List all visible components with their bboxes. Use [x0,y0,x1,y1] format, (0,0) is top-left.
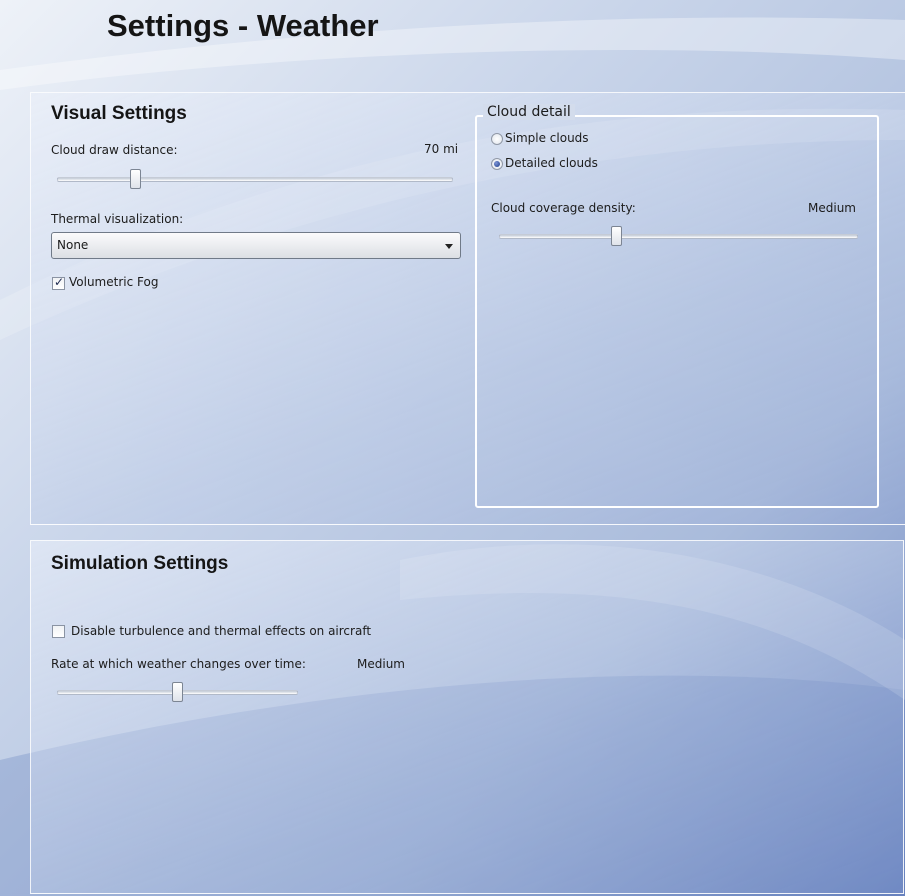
disable-turbulence-checkbox[interactable]: ✓ [52,625,65,638]
simulation-settings-title: Simulation Settings [51,553,229,574]
cloud-draw-distance-label: Cloud draw distance: [51,143,178,157]
visual-settings-title: Visual Settings [51,103,187,124]
detailed-clouds-label: Detailed clouds [505,156,598,170]
slider-thumb[interactable] [611,226,623,246]
weather-rate-value: Medium [357,657,405,671]
slider-track [57,177,453,182]
weather-rate-slider[interactable] [57,682,298,702]
cloud-draw-distance-slider[interactable] [57,169,453,189]
cloud-detail-group [475,115,879,508]
thermal-visualization-dropdown[interactable]: None [51,232,461,259]
disable-turbulence-label: Disable turbulence and thermal effects o… [71,624,372,638]
volumetric-fog-checkbox[interactable]: ✓ [52,275,65,290]
cloud-coverage-label: Cloud coverage density: [491,201,636,215]
page-title: Settings - Weather [107,8,379,43]
thermal-visualization-label: Thermal visualization: [51,212,184,226]
checkmark-icon: ✓ [54,275,65,289]
slider-thumb[interactable] [171,682,183,702]
weather-rate-label: Rate at which weather changes over time: [51,657,306,671]
simple-clouds-label: Simple clouds [505,131,589,145]
cloud-draw-distance-value: 70 mi [424,142,459,156]
dropdown-selected-value: None [57,238,89,252]
volumetric-fog-label: Volumetric Fog [69,275,159,289]
simulation-settings-panel [30,540,904,894]
slider-thumb[interactable] [130,169,142,189]
cloud-coverage-value: Medium [808,201,856,215]
cloud-detail-legend: Cloud detail [483,104,575,120]
slider-track [499,234,858,239]
cloud-coverage-slider[interactable] [499,226,858,246]
simple-clouds-radio[interactable] [491,133,503,145]
radio-dot [494,161,500,167]
detailed-clouds-radio[interactable] [491,158,503,170]
chevron-down-icon [445,244,453,249]
